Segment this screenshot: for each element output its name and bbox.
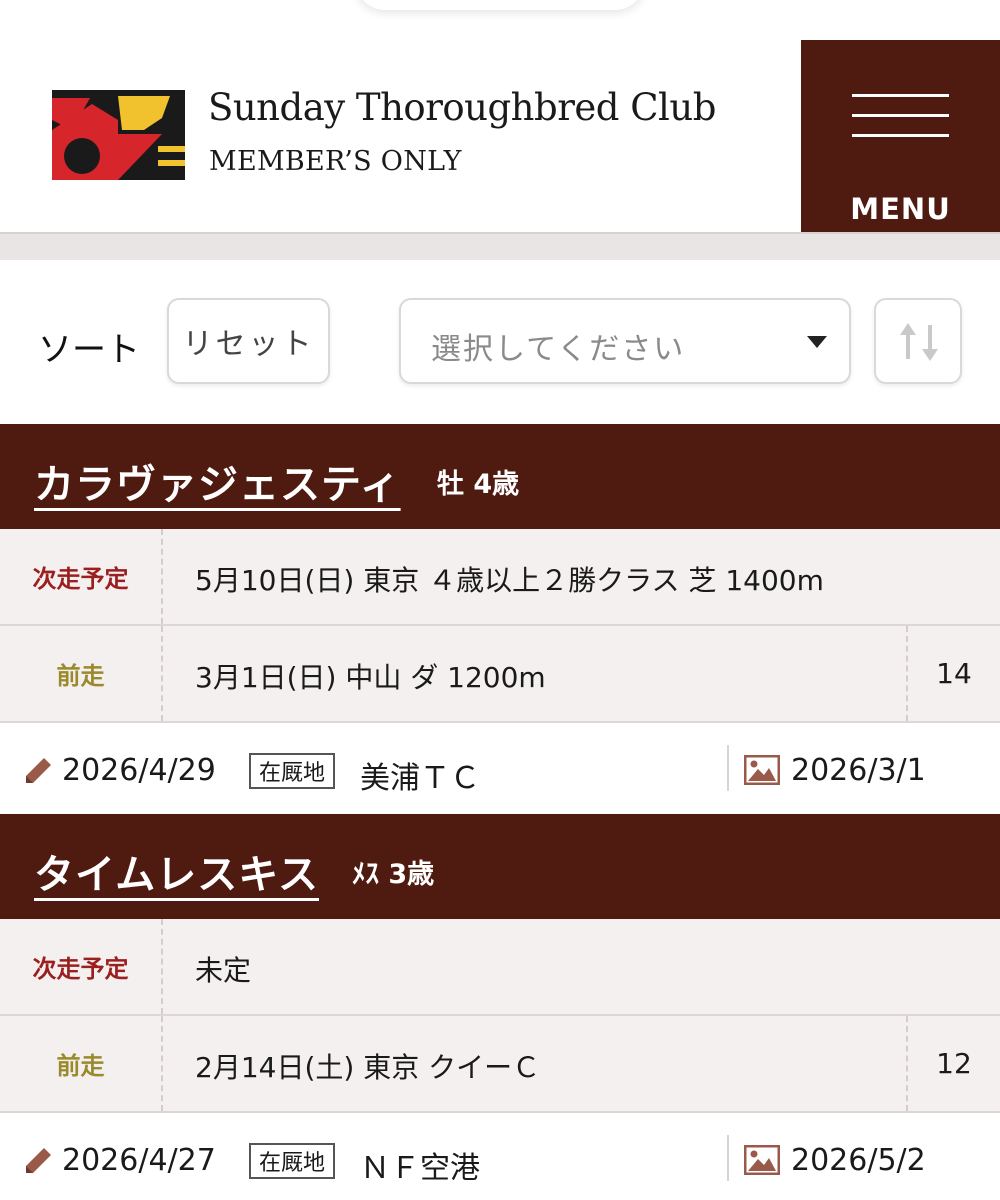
sort-select-placeholder: 選択してください (431, 332, 686, 367)
next-race-value: 未定 (195, 954, 252, 987)
next-race-row: 次走予定 5月10日(日) 東京 ４歳以上２勝クラス 芝 1400m (0, 529, 1000, 626)
next-race-label: 次走予定 (0, 529, 163, 624)
image-icon[interactable] (744, 755, 780, 785)
horse-name-link[interactable]: カラヴァジェスティ (34, 452, 401, 510)
horse-name-link[interactable]: タイムレスキス (34, 842, 319, 900)
location-value: 美浦ＴＣ (360, 761, 480, 796)
hamburger-icon-line (852, 134, 949, 137)
reset-button[interactable]: リセット (167, 298, 330, 384)
image-icon[interactable] (744, 1145, 780, 1175)
location-value: ＮＦ空港 (360, 1151, 480, 1186)
sort-label: ソート (38, 330, 140, 370)
site-header: Sunday Thoroughbred Club MEMBER’S ONLY M… (0, 0, 1000, 233)
horse-sex-age: ﾒｽ 3歳 (352, 859, 435, 890)
sort-order-icon (900, 323, 938, 361)
club-logo[interactable] (52, 90, 185, 180)
info-divider (727, 1135, 729, 1181)
previous-race-label: 前走 (0, 626, 163, 721)
hamburger-icon (852, 94, 949, 97)
previous-race-result: 14 (906, 626, 1000, 721)
horse-sex-age: 牡 4歳 (437, 469, 520, 500)
hamburger-icon-line (852, 114, 949, 117)
horse-info-row: 2026/4/29 在厩地 美浦ＴＣ 2026/3/1 (0, 723, 1000, 815)
previous-race-result: 12 (906, 1016, 1000, 1111)
pencil-icon (26, 1148, 51, 1173)
horse-header: カラヴァジェスティ 牡 4歳 (0, 424, 1000, 529)
header-divider (0, 232, 1000, 260)
photo-date-link[interactable]: 2026/3/1 (791, 753, 926, 788)
previous-race-value: 2月14日(土) 東京 クイーＣ (195, 1051, 541, 1084)
pencil-icon (26, 758, 51, 783)
update-date: 2026/4/29 (62, 753, 216, 788)
previous-race-row: 前走 3月1日(日) 中山 ダ 1200m 14 (0, 626, 1000, 723)
previous-race-value: 3月1日(日) 中山 ダ 1200m (195, 661, 546, 694)
sort-order-button[interactable] (874, 298, 962, 384)
info-divider (727, 745, 729, 791)
next-race-value: 5月10日(日) 東京 ４歳以上２勝クラス 芝 1400m (195, 564, 824, 597)
chevron-down-icon (807, 336, 827, 348)
sort-select[interactable]: 選択してください (399, 298, 851, 384)
update-date: 2026/4/27 (62, 1143, 216, 1178)
brand-title: Sunday Thoroughbred Club (208, 86, 716, 129)
photo-date-link[interactable]: 2026/5/2 (791, 1143, 926, 1178)
brand-subtitle: MEMBER’S ONLY (209, 146, 462, 177)
previous-race-row: 前走 2月14日(土) 東京 クイーＣ 12 (0, 1016, 1000, 1113)
location-tag: 在厩地 (249, 753, 336, 789)
menu-label: MENU (850, 192, 951, 226)
horse-header: タイムレスキス ﾒｽ 3歳 (0, 814, 1000, 919)
menu-button[interactable]: MENU (801, 40, 1000, 233)
horse-info-row: 2026/4/27 在厩地 ＮＦ空港 2026/5/2 (0, 1113, 1000, 1200)
location-tag: 在厩地 (249, 1143, 336, 1179)
previous-race-label: 前走 (0, 1016, 163, 1111)
next-race-row: 次走予定 未定 (0, 919, 1000, 1016)
next-race-label: 次走予定 (0, 919, 163, 1014)
